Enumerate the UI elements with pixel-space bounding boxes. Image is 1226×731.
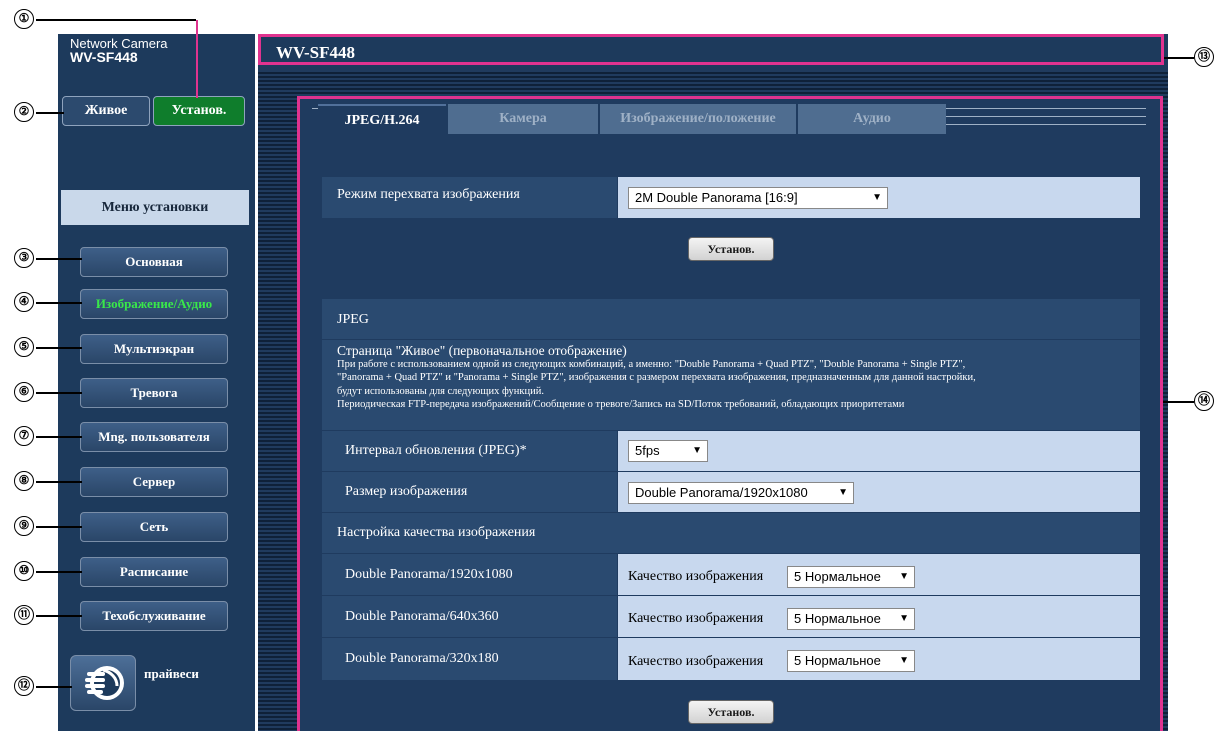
chevron-down-icon: ▼: [838, 487, 848, 498]
tab-jpeg-h264[interactable]: JPEG/H.264: [318, 104, 446, 134]
annotation-frame-header: [258, 34, 1164, 37]
capture-mode-label: Режим перехвата изображения: [322, 177, 617, 218]
live-page-title: Страница "Живое" (первоначальное отображ…: [337, 343, 627, 358]
chevron-down-icon: ▼: [899, 613, 909, 624]
quality-prefix: Качество изображения: [628, 654, 764, 669]
capture-mode-select[interactable]: 2M Double Panorama [16:9] ▼: [628, 187, 888, 209]
callout-11: ⑪: [14, 605, 34, 625]
callout-10: ⑩: [14, 561, 34, 581]
quality-value: 5 Нормальное: [794, 653, 881, 668]
callout-1: ①: [14, 9, 34, 29]
tab-line: [946, 116, 1146, 117]
callout-leader: [1164, 57, 1194, 59]
set-button-top[interactable]: Установ.: [688, 237, 774, 261]
callout-6: ⑥: [14, 382, 34, 402]
jpeg-note-block: Страница "Живое" (первоначальное отображ…: [322, 340, 1140, 430]
image-size-select[interactable]: Double Panorama/1920x1080 ▼: [628, 482, 854, 504]
image-size-label: Размер изображения: [322, 472, 617, 512]
quality-row-label: Double Panorama/320x180: [322, 638, 617, 680]
quality-select[interactable]: 5 Нормальное ▼: [787, 650, 915, 672]
jpeg-section-title: JPEG: [322, 299, 1140, 339]
capture-mode-value: 2M Double Panorama [16:9]: [635, 190, 798, 205]
tab-line: [946, 108, 1146, 109]
annotation-leader-setup: [196, 20, 198, 98]
chevron-down-icon: ▼: [899, 571, 909, 582]
callout-leader: [36, 686, 72, 688]
annotation-frame-header: [258, 34, 261, 65]
menu-user-mng-button[interactable]: Mng. пользователя: [80, 422, 228, 452]
quality-section-title: Настройка качества изображения: [322, 513, 1140, 553]
callout-leader: [36, 19, 196, 21]
quality-row-label: Double Panorama/1920x1080: [322, 554, 617, 595]
setup-button[interactable]: Установ.: [153, 96, 245, 126]
callout-leader: [1163, 401, 1194, 403]
annotation-frame-panel: [297, 96, 300, 731]
menu-schedule-button[interactable]: Расписание: [80, 557, 228, 587]
image-size-value: Double Panorama/1920x1080: [635, 485, 808, 500]
callout-7: ⑦: [14, 426, 34, 446]
callout-2: ②: [14, 102, 34, 122]
refresh-interval-label: Интервал обновления (JPEG)*: [322, 431, 617, 471]
set-button-bottom[interactable]: Установ.: [688, 700, 774, 724]
quality-select[interactable]: 5 Нормальное ▼: [787, 566, 915, 588]
annotation-frame-panel: [297, 96, 1163, 99]
refresh-interval-select[interactable]: 5fps ▼: [628, 440, 708, 462]
menu-alarm-button[interactable]: Тревога: [80, 378, 228, 408]
note-line: "Panorama + Quad PTZ" и "Panorama + Sing…: [337, 372, 976, 383]
callout-12: ⑫: [14, 676, 34, 696]
annotation-frame-header: [1161, 34, 1164, 65]
quality-select[interactable]: 5 Нормальное ▼: [787, 608, 915, 630]
menu-server-button[interactable]: Сервер: [80, 467, 228, 497]
tab-audio[interactable]: Аудио: [798, 104, 946, 134]
live-button[interactable]: Живое: [62, 96, 150, 126]
callout-leader: [36, 392, 82, 394]
quality-value: 5 Нормальное: [794, 569, 881, 584]
tab-line: [946, 124, 1146, 125]
chevron-down-icon: ▼: [692, 445, 702, 456]
menu-multiscreen-button[interactable]: Мультиэкран: [80, 334, 228, 364]
callout-13: ⑬: [1194, 47, 1214, 67]
callout-9: ⑨: [14, 516, 34, 536]
menu-network-button[interactable]: Сеть: [80, 512, 228, 542]
callout-leader: [36, 112, 64, 114]
callout-leader: [36, 347, 82, 349]
callout-leader: [36, 436, 82, 438]
note-line: При работе с использованием одной из сле…: [337, 358, 966, 370]
note-line: Периодическая FTP-передача изображений/С…: [337, 399, 905, 410]
callout-leader: [36, 615, 82, 617]
quality-row-label: Double Panorama/640x360: [322, 596, 617, 637]
tab-image-position[interactable]: Изображение/положение: [600, 104, 796, 134]
annotation-frame-header: [258, 62, 1164, 65]
chevron-down-icon: ▼: [872, 192, 882, 203]
chevron-down-icon: ▼: [899, 655, 909, 666]
setup-menu-heading: Меню установки: [61, 190, 249, 225]
menu-image-audio-button[interactable]: Изображение/Аудио: [80, 289, 228, 319]
page-title: WV-SF448: [276, 43, 356, 62]
callout-5: ⑤: [14, 337, 34, 357]
callout-leader: [36, 526, 82, 528]
callout-3: ③: [14, 248, 34, 268]
quality-prefix: Качество изображения: [628, 611, 764, 626]
quality-prefix: Качество изображения: [628, 569, 764, 584]
privacy-hand-icon: [85, 666, 124, 700]
menu-maintenance-button[interactable]: Техобслуживание: [80, 601, 228, 631]
note-line: будут использованы для следующих функций…: [337, 385, 544, 397]
quality-value: 5 Нормальное: [794, 611, 881, 626]
callout-4: ④: [14, 292, 34, 312]
privacy-button[interactable]: [70, 655, 136, 711]
callout-14: ⑭: [1194, 391, 1214, 411]
callout-leader: [36, 258, 82, 260]
annotation-frame-panel: [1160, 96, 1163, 731]
menu-basic-button[interactable]: Основная: [80, 247, 228, 277]
tab-camera[interactable]: Камера: [448, 104, 598, 134]
refresh-interval-value: 5fps: [635, 443, 660, 458]
callout-leader: [36, 302, 82, 304]
callout-leader: [36, 571, 82, 573]
callout-8: ⑧: [14, 471, 34, 491]
privacy-label: прайвеси: [144, 666, 199, 681]
callout-leader: [36, 481, 82, 483]
brand-model: WV-SF448: [70, 49, 138, 65]
